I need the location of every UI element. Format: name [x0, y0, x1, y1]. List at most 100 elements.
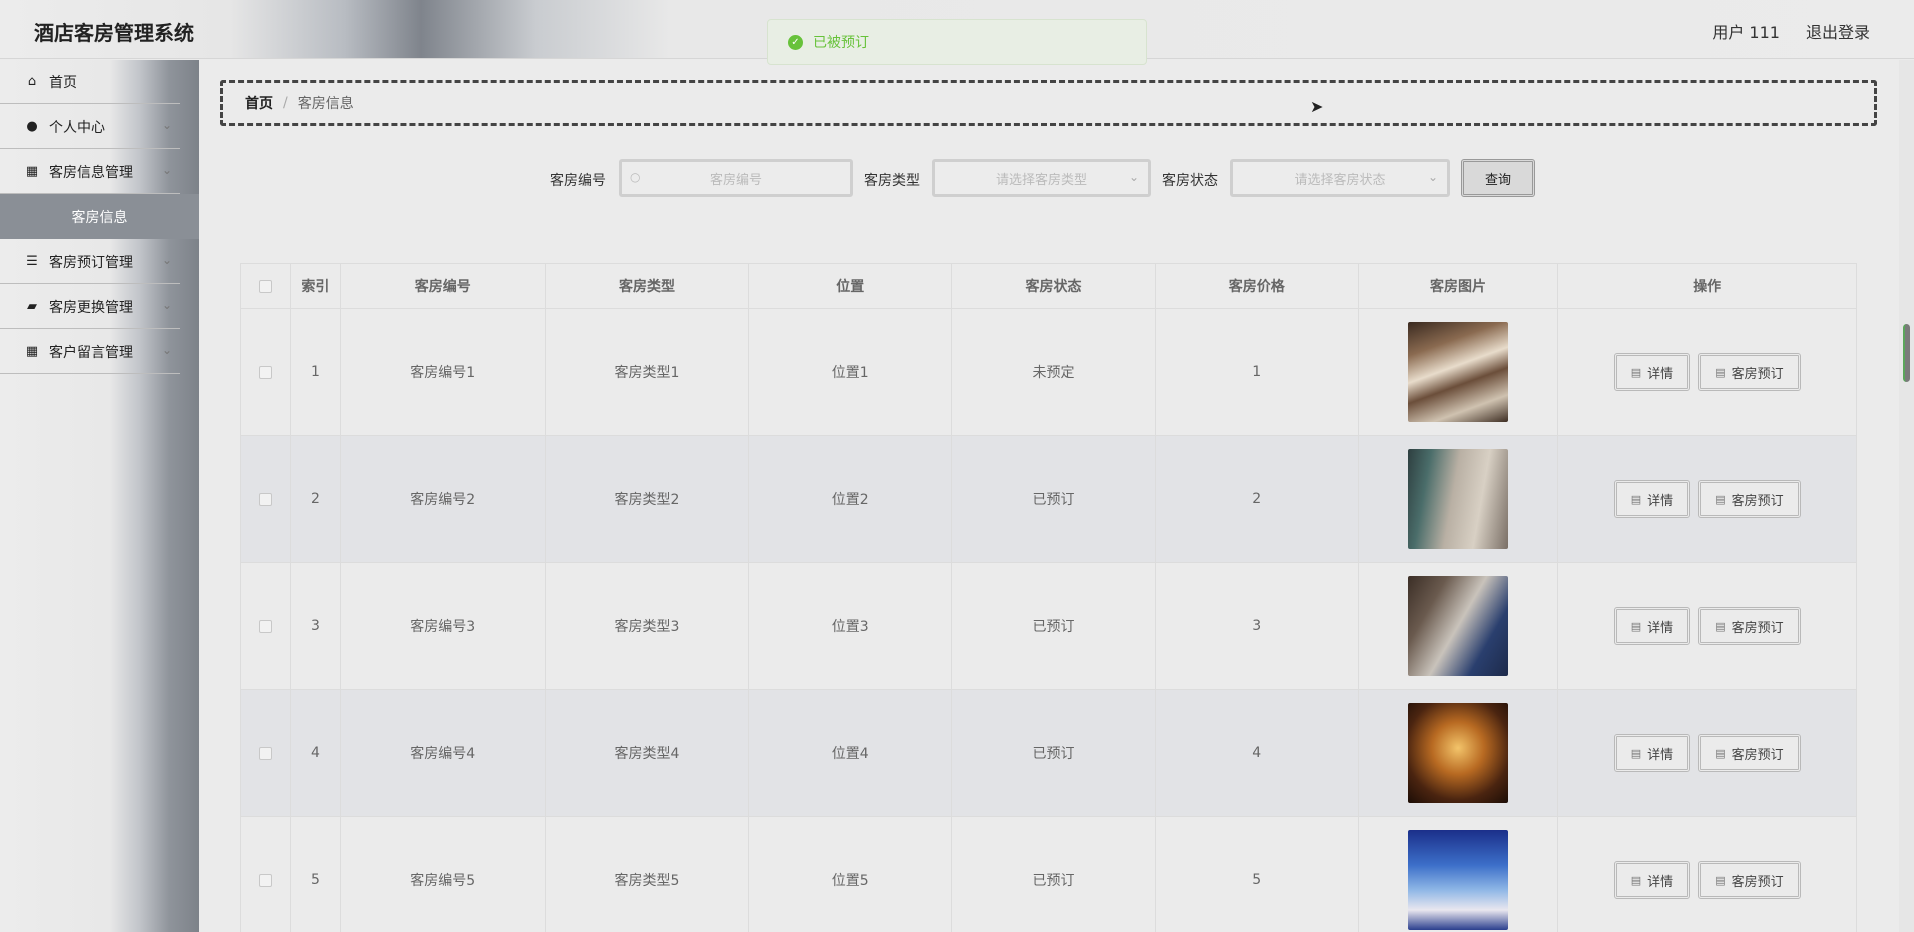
column-header: 索引	[291, 264, 341, 308]
cell-room-type: 客房类型3	[546, 563, 750, 689]
sidebar-item-room-info-management[interactable]: ▦ 客房信息管理 ⌄	[0, 150, 180, 194]
chevron-down-icon: ⌄	[161, 118, 172, 132]
cell-room-no: 客房编号1	[341, 309, 546, 435]
cell-status: 已预订	[952, 690, 1156, 816]
cell-image	[1359, 817, 1559, 932]
document-icon: ▤	[1715, 365, 1726, 379]
row-select-cell	[241, 309, 291, 435]
detail-label: 详情	[1647, 620, 1674, 636]
column-header: 客房价格	[1156, 264, 1359, 308]
row-checkbox[interactable]	[258, 492, 272, 506]
cell-location: 位置2	[749, 436, 953, 562]
room-type-select[interactable]: 请选择客房类型 ⌄	[932, 159, 1151, 197]
table-row: 3 客房编号3 客房类型3 位置3 已预订 3 ▤ 详情 ▤ 客房预订	[241, 563, 1856, 690]
sidebar-item-message-management[interactable]: ▦ 客户留言管理 ⌄	[0, 330, 180, 374]
sidebar-item-label: 客户留言管理	[49, 344, 133, 361]
cell-index: 3	[291, 563, 341, 689]
sidebar-item-room-change-management[interactable]: ▰ 客房更换管理 ⌄	[0, 285, 180, 329]
page-scrollbar[interactable]	[1899, 60, 1914, 932]
row-select-cell	[241, 563, 291, 689]
room-thumbnail[interactable]	[1408, 830, 1508, 930]
breadcrumb-home[interactable]: 首页	[245, 93, 273, 113]
column-header: 客房图片	[1359, 264, 1559, 308]
sliders-icon: ☰	[26, 254, 38, 269]
header-user-area: 用户 111 退出登录	[1712, 19, 1870, 43]
room-status-select[interactable]: 请选择客房状态 ⌄	[1230, 159, 1450, 197]
user-label[interactable]: 用户 111	[1712, 19, 1780, 43]
cell-status: 已预订	[952, 563, 1156, 689]
book-label: 客房预订	[1731, 620, 1784, 636]
cell-index: 5	[291, 817, 341, 932]
chevron-down-icon: ⌄	[161, 343, 172, 357]
detail-label: 详情	[1647, 747, 1674, 763]
book-room-button[interactable]: ▤ 客房预订	[1698, 353, 1801, 391]
book-room-button[interactable]: ▤ 客房预订	[1698, 861, 1801, 899]
room-no-label: 客房编号	[550, 173, 606, 189]
sidebar-item-label: 客房更换管理	[49, 299, 133, 316]
detail-button[interactable]: ▤ 详情	[1613, 734, 1691, 772]
document-icon: ▤	[1630, 746, 1642, 760]
document-icon: ▤	[1630, 873, 1642, 887]
cell-price: 1	[1156, 309, 1359, 435]
row-checkbox[interactable]	[258, 365, 272, 379]
column-header: 位置	[749, 264, 953, 308]
document-icon: ▤	[1715, 746, 1726, 760]
room-no-input[interactable]: ○ 客房编号	[619, 159, 853, 197]
logout-button[interactable]: 退出登录	[1806, 19, 1870, 43]
sidebar-subitem-room-info[interactable]: 客房信息	[0, 194, 199, 239]
room-thumbnail[interactable]	[1408, 449, 1508, 549]
sidebar-item-home[interactable]: ⌂ 首页	[0, 60, 180, 104]
detail-button[interactable]: ▤ 详情	[1613, 861, 1691, 899]
grid-icon: ▦	[25, 344, 39, 359]
cell-index: 4	[291, 690, 341, 816]
column-header: 客房状态	[952, 264, 1156, 308]
detail-button[interactable]: ▤ 详情	[1613, 353, 1691, 391]
sidebar-item-booking-management[interactable]: ☰ 客房预订管理 ⌄	[0, 240, 180, 284]
book-room-button[interactable]: ▤ 客房预订	[1698, 607, 1801, 645]
row-checkbox[interactable]	[258, 746, 272, 760]
row-checkbox[interactable]	[258, 873, 272, 887]
book-room-button[interactable]: ▤ 客房预订	[1698, 480, 1801, 518]
cell-actions: ▤ 详情 ▤ 客房预订	[1558, 436, 1856, 562]
sidebar-item-label: 个人中心	[49, 119, 105, 136]
cell-status: 已预订	[952, 817, 1156, 932]
toast-message: 已被预订	[813, 35, 869, 51]
app-title: 酒店客房管理系统	[34, 21, 194, 45]
detail-button[interactable]: ▤ 详情	[1613, 480, 1691, 518]
cell-room-no: 客房编号2	[341, 436, 546, 562]
detail-button[interactable]: ▤ 详情	[1613, 607, 1691, 645]
cell-room-type: 客房类型4	[546, 690, 750, 816]
cell-actions: ▤ 详情 ▤ 客房预订	[1558, 817, 1856, 932]
document-icon: ▤	[1630, 365, 1642, 379]
table-row: 4 客房编号4 客房类型4 位置4 已预订 4 ▤ 详情 ▤ 客房预订	[241, 690, 1856, 817]
cell-image	[1359, 436, 1559, 562]
briefcase-icon: ▰	[27, 299, 37, 314]
room-thumbnail[interactable]	[1408, 703, 1508, 803]
chevron-down-icon: ⌄	[161, 163, 172, 177]
breadcrumb-separator: /	[283, 95, 288, 111]
sidebar-item-label: 客房信息管理	[49, 164, 133, 181]
select-all-checkbox[interactable]	[258, 279, 272, 293]
room-status-placeholder: 请选择客房状态	[1294, 172, 1386, 188]
scrollbar-thumb[interactable]	[1903, 324, 1910, 382]
cell-image	[1359, 309, 1559, 435]
room-thumbnail[interactable]	[1408, 576, 1508, 676]
query-button[interactable]: 查询	[1461, 159, 1535, 197]
room-thumbnail[interactable]	[1408, 322, 1508, 422]
breadcrumb-current: 客房信息	[297, 96, 354, 112]
cell-actions: ▤ 详情 ▤ 客房预订	[1558, 309, 1856, 435]
cell-image	[1359, 690, 1559, 816]
document-icon: ▤	[1715, 873, 1726, 887]
book-room-button[interactable]: ▤ 客房预订	[1698, 734, 1801, 772]
cell-location: 位置4	[749, 690, 953, 816]
cell-room-no: 客房编号3	[341, 563, 546, 689]
table-body: 1 客房编号1 客房类型1 位置1 未预定 1 ▤ 详情 ▤ 客房预订 2 客房编号2 客房类型2 位置2…	[241, 309, 1856, 932]
breadcrumb: 首页 / 客房信息	[220, 80, 1877, 126]
sidebar-item-personal-center[interactable]: ● 个人中心 ⌄	[0, 105, 180, 149]
row-select-cell	[241, 690, 291, 816]
chevron-down-icon: ⌄	[161, 298, 172, 312]
room-no-placeholder: 客房编号	[709, 172, 762, 188]
document-icon: ▤	[1715, 619, 1726, 633]
cell-index: 2	[291, 436, 341, 562]
row-checkbox[interactable]	[258, 619, 272, 633]
